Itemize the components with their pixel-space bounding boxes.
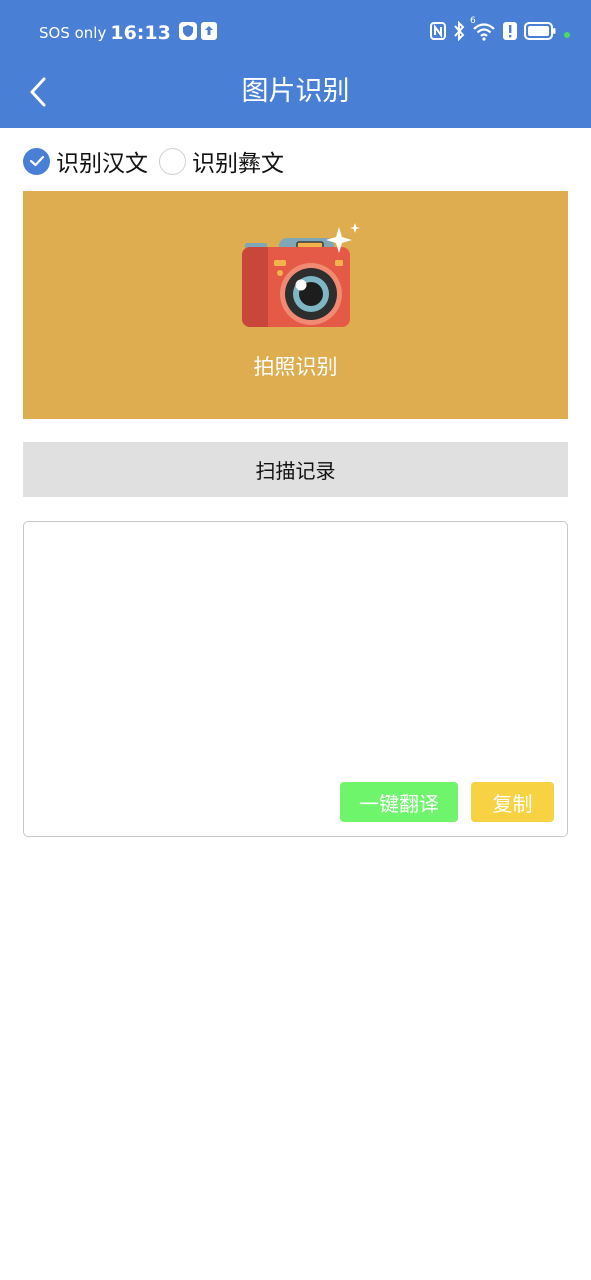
clock-text: 16:13 [110,22,171,44]
top-bar: SOS only 16:13 6 图片识别 [0,0,591,128]
battery-icon [524,22,556,44]
radio-label-yi: 识别彝文 [192,151,284,177]
dot-icon [563,24,571,43]
take-photo-button[interactable]: 拍照识别 [23,191,568,419]
carrier-text: SOS only [39,24,107,42]
status-bar: SOS only 16:13 6 [0,0,591,66]
network-type-label: 6 [470,16,476,26]
page-title: 图片识别 [241,76,350,107]
upload-icon [200,22,217,44]
radio-option-chinese[interactable]: 识别汉文 [23,144,148,178]
shield-icon [178,22,197,44]
scan-history-button[interactable]: 扫描记录 [23,442,568,497]
bluetooth-icon [453,20,465,45]
radio-option-yi[interactable]: 识别彝文 [159,144,284,178]
copy-button[interactable]: 复制 [471,782,554,822]
translate-button[interactable]: 一键翻译 [340,782,458,822]
nfc-icon [430,22,446,44]
language-radio-group: 识别汉文 识别彝文 [23,145,295,177]
result-text-area[interactable]: 一键翻译 复制 [23,521,568,837]
status-right: 6 [430,16,571,46]
radio-label-chinese: 识别汉文 [56,151,148,177]
alert-icon [503,22,517,44]
result-text [34,532,557,766]
radio-unchecked-icon[interactable] [159,147,186,175]
take-photo-label: 拍照识别 [253,355,338,379]
status-left: SOS only 16:13 [39,20,217,46]
wifi-icon: 6 [470,16,496,45]
radio-checked-icon[interactable] [23,147,50,175]
app-bar: 图片识别 [0,66,591,128]
camera-icon [239,223,363,335]
